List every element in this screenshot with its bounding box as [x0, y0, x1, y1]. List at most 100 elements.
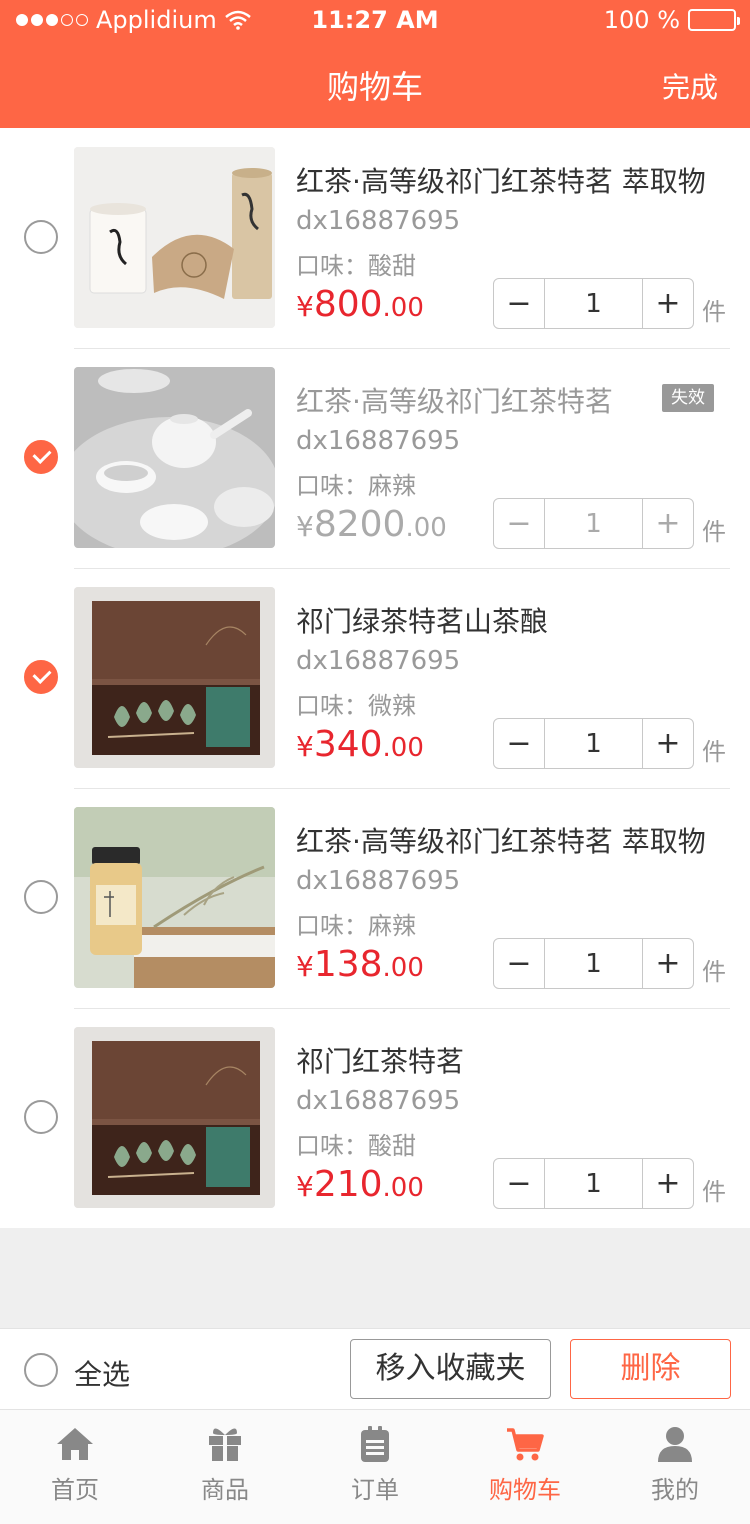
price-integer: 8200 — [313, 504, 406, 545]
tab-orders[interactable]: 订单 — [300, 1410, 450, 1524]
item-checkbox[interactable] — [24, 220, 58, 254]
quantity-field[interactable]: 1 — [544, 499, 643, 548]
price-currency: ¥ — [296, 1170, 314, 1203]
decrease-button[interactable]: − — [494, 499, 544, 548]
tab-label: 我的 — [651, 1476, 699, 1504]
item-title[interactable]: 红茶·高等级祁门红茶特茗 萃取物 — [296, 160, 728, 200]
tab-label: 商品 — [201, 1476, 249, 1504]
tab-label: 购物车 — [489, 1476, 561, 1504]
quantity-stepper: − 1 + — [493, 1158, 694, 1209]
move-to-favorites-button[interactable]: 移入收藏夹 — [350, 1339, 551, 1399]
price-decimal: .00 — [382, 293, 424, 323]
tab-products[interactable]: 商品 — [150, 1410, 300, 1524]
price-currency: ¥ — [296, 510, 314, 543]
item-checkbox[interactable] — [24, 660, 58, 694]
unit-label: 件 — [702, 298, 726, 326]
top-bar: Applidium 11:27 AM 100 % 购物车 完成 — [0, 0, 750, 128]
item-price: ¥340.00 — [296, 724, 424, 765]
item-price: ¥138.00 — [296, 944, 424, 985]
price-currency: ¥ — [296, 950, 314, 983]
item-flavor: 口味：麻辣 — [296, 472, 416, 500]
page-title: 购物车 — [326, 68, 423, 106]
quantity-field[interactable]: 1 — [544, 279, 643, 328]
unit-label: 件 — [702, 958, 726, 986]
quantity-field[interactable]: 1 — [544, 1159, 643, 1208]
quantity-field[interactable]: 1 — [544, 719, 643, 768]
status-bar: Applidium 11:27 AM 100 % — [0, 0, 750, 40]
quantity-stepper: − 1 + — [493, 278, 694, 329]
price-integer: 340 — [313, 724, 383, 765]
decrease-button[interactable]: − — [494, 1159, 544, 1208]
tab-home[interactable]: 首页 — [0, 1410, 150, 1524]
price-integer: 138 — [313, 944, 383, 985]
item-code: dx16887695 — [296, 646, 461, 676]
price-currency: ¥ — [296, 290, 314, 323]
item-flavor: 口味：麻辣 — [296, 912, 416, 940]
battery-group: 100 % — [603, 6, 740, 34]
price-decimal: .00 — [382, 953, 424, 983]
increase-button[interactable]: + — [643, 499, 693, 548]
tab-bar: 首页 商品 订单 购物车 我的 — [0, 1410, 750, 1524]
item-title[interactable]: 红茶·高等级祁门红茶特茗 — [296, 380, 613, 420]
item-price: ¥210.00 — [296, 1164, 424, 1205]
item-title[interactable]: 祁门绿茶特茗山茶酿 — [296, 600, 728, 640]
tab-label: 首页 — [51, 1476, 99, 1504]
item-checkbox[interactable] — [24, 440, 58, 474]
cart-list: 红茶·高等级祁门红茶特茗 萃取物 dx16887695 口味：酸甜 ¥800.0… — [0, 128, 750, 1228]
price-integer: 800 — [313, 284, 383, 325]
cart-item: 红茶·高等级祁门红茶特茗 萃取物 dx16887695 口味：麻辣 ¥138.0… — [0, 788, 750, 1008]
item-flavor: 口味：酸甜 — [296, 1132, 416, 1160]
quantity-stepper: − 1 + — [493, 498, 694, 549]
select-all-label[interactable]: 全选 — [74, 1353, 130, 1393]
product-image[interactable] — [74, 367, 275, 548]
delete-button[interactable]: 删除 — [570, 1339, 731, 1399]
item-title[interactable]: 红茶·高等级祁门红茶特茗 萃取物 — [296, 820, 728, 860]
price-decimal: .00 — [382, 1173, 424, 1203]
cart-item: 祁门绿茶特茗山茶酿 dx16887695 口味：微辣 ¥340.00 − 1 +… — [0, 568, 750, 788]
increase-button[interactable]: + — [643, 939, 693, 988]
unit-label: 件 — [702, 1178, 726, 1206]
decrease-button[interactable]: − — [494, 939, 544, 988]
item-code: dx16887695 — [296, 206, 461, 236]
quantity-stepper: − 1 + — [493, 938, 694, 989]
done-button[interactable]: 完成 — [662, 66, 718, 106]
battery-icon — [688, 9, 740, 31]
increase-button[interactable]: + — [643, 279, 693, 328]
tab-label: 订单 — [351, 1476, 399, 1504]
cart-item: 红茶·高等级祁门红茶特茗 萃取物 dx16887695 口味：酸甜 ¥800.0… — [0, 128, 750, 348]
gift-icon — [209, 1428, 241, 1461]
cart-icon — [507, 1428, 544, 1461]
increase-button[interactable]: + — [643, 1159, 693, 1208]
price-integer: 210 — [313, 1164, 383, 1205]
product-image[interactable] — [74, 1027, 275, 1208]
tab-profile[interactable]: 我的 — [600, 1410, 750, 1524]
user-icon — [658, 1427, 692, 1462]
decrease-button[interactable]: − — [494, 279, 544, 328]
price-decimal: .00 — [405, 513, 447, 543]
cart-item: 红茶·高等级祁门红茶特茗 失效 dx16887695 口味：麻辣 ¥8200.0… — [0, 348, 750, 568]
home-icon — [57, 1428, 93, 1460]
item-flavor: 口味：酸甜 — [296, 252, 416, 280]
select-all-checkbox[interactable] — [24, 1353, 58, 1387]
item-code: dx16887695 — [296, 426, 461, 456]
product-image[interactable] — [74, 587, 275, 768]
price-decimal: .00 — [382, 733, 424, 763]
price-currency: ¥ — [296, 730, 314, 763]
item-title[interactable]: 祁门红茶特茗 — [296, 1040, 728, 1080]
product-image[interactable] — [74, 147, 275, 328]
decrease-button[interactable]: − — [494, 719, 544, 768]
quantity-stepper: − 1 + — [493, 718, 694, 769]
unit-label: 件 — [702, 738, 726, 766]
quantity-field[interactable]: 1 — [544, 939, 643, 988]
item-code: dx16887695 — [296, 866, 461, 896]
tab-cart[interactable]: 购物车 — [450, 1410, 600, 1524]
clipboard-icon — [361, 1426, 389, 1462]
item-checkbox[interactable] — [24, 1100, 58, 1134]
product-image[interactable] — [74, 807, 275, 988]
item-checkbox[interactable] — [24, 880, 58, 914]
item-code: dx16887695 — [296, 1086, 461, 1116]
increase-button[interactable]: + — [643, 719, 693, 768]
cart-action-bar: 全选 移入收藏夹 删除 — [0, 1328, 750, 1410]
battery-label: 100 % — [603, 6, 680, 34]
invalid-badge: 失效 — [662, 384, 714, 412]
